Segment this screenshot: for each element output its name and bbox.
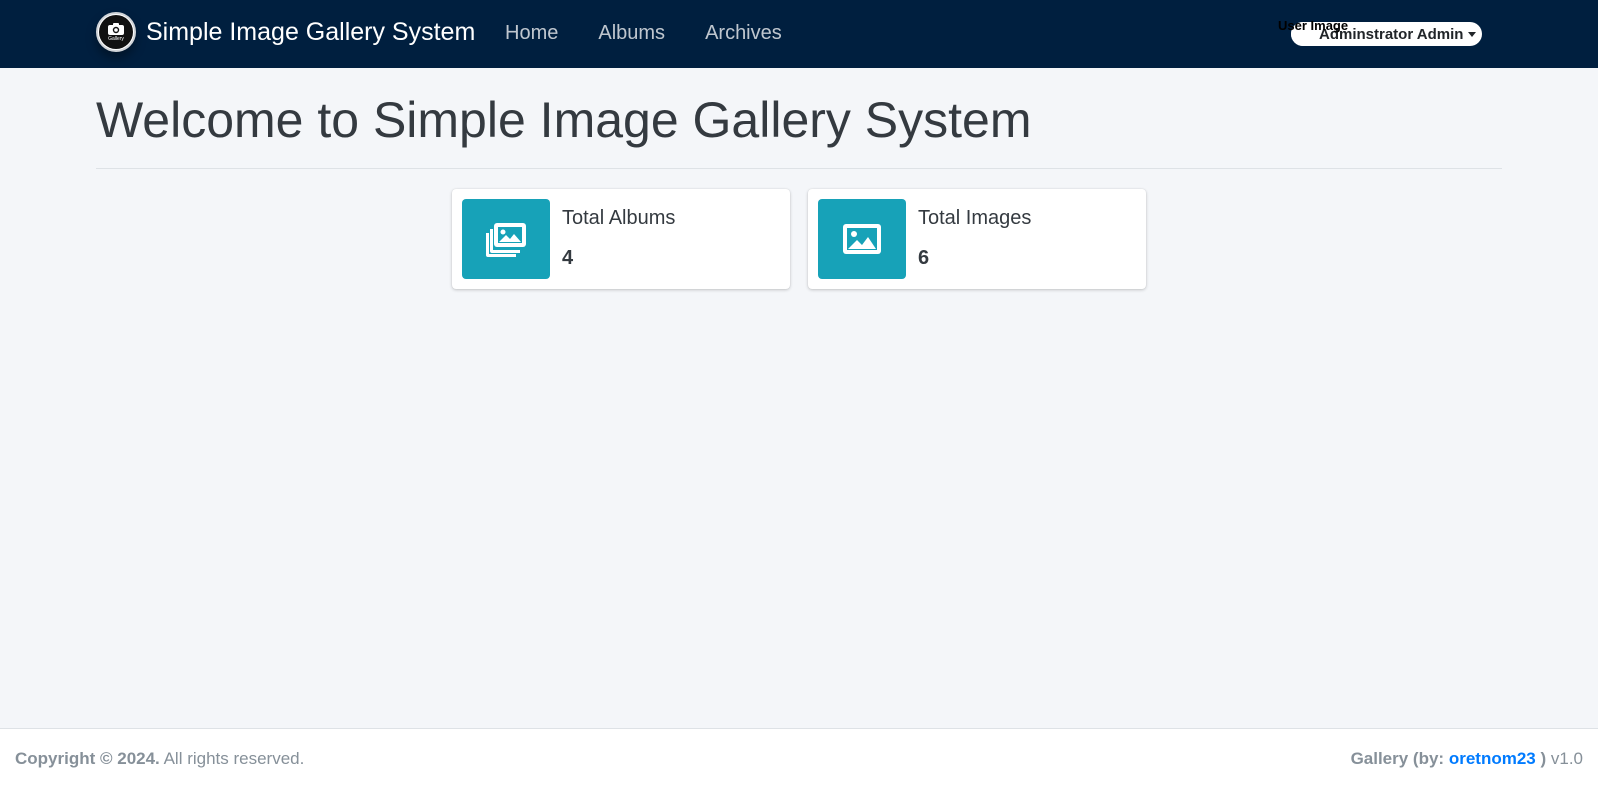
- info-icon-box: [462, 199, 550, 279]
- logo-text: Gallery: [108, 36, 124, 42]
- rights-text: All rights reserved.: [159, 749, 305, 768]
- top-navbar: Gallery Simple Image Gallery System Home…: [0, 0, 1598, 68]
- images-icon: [486, 223, 526, 257]
- total-images-value: 6: [918, 247, 930, 269]
- image-icon: [843, 224, 881, 254]
- total-images-label: Total Images: [918, 207, 1032, 229]
- footer-copyright: Copyright © 2024. All rights reserved.: [15, 749, 304, 769]
- camera-icon: [108, 23, 124, 35]
- page-title: Welcome to Simple Image Gallery System: [96, 92, 1032, 148]
- footer-credit: Gallery (by: oretnom23 ) v1.0: [1351, 749, 1583, 769]
- nav-home[interactable]: Home: [505, 0, 558, 66]
- info-box-total-images: Total Images 6: [808, 189, 1146, 289]
- nav-archives[interactable]: Archives: [705, 0, 782, 66]
- user-image-alt: User Image: [1278, 18, 1349, 33]
- title-divider: [96, 168, 1502, 169]
- main-nav: Home Albums Archives: [505, 0, 822, 66]
- page-footer: Copyright © 2024. All rights reserved. G…: [0, 728, 1598, 788]
- credit-suffix: ): [1535, 749, 1547, 768]
- brand-logo: Gallery: [96, 12, 136, 52]
- info-icon-box: [818, 199, 906, 279]
- user-avatar: User Image: [1278, 19, 1348, 46]
- total-albums-label: Total Albums: [562, 207, 676, 229]
- info-box-total-albums: Total Albums 4: [452, 189, 790, 289]
- user-dropdown[interactable]: User Image Adminstrator Admin: [1278, 19, 1482, 46]
- credit-prefix: Gallery (by:: [1350, 749, 1449, 768]
- version-text: v1.0: [1546, 749, 1583, 768]
- brand-title: Simple Image Gallery System: [146, 18, 476, 46]
- copyright-text: Copyright © 2024.: [15, 749, 160, 768]
- caret-down-icon: [1468, 31, 1477, 37]
- author-link[interactable]: oretnom23: [1449, 749, 1536, 768]
- nav-albums[interactable]: Albums: [598, 0, 665, 66]
- brand-link[interactable]: Gallery Simple Image Gallery System: [96, 8, 475, 56]
- total-albums-value: 4: [562, 247, 574, 269]
